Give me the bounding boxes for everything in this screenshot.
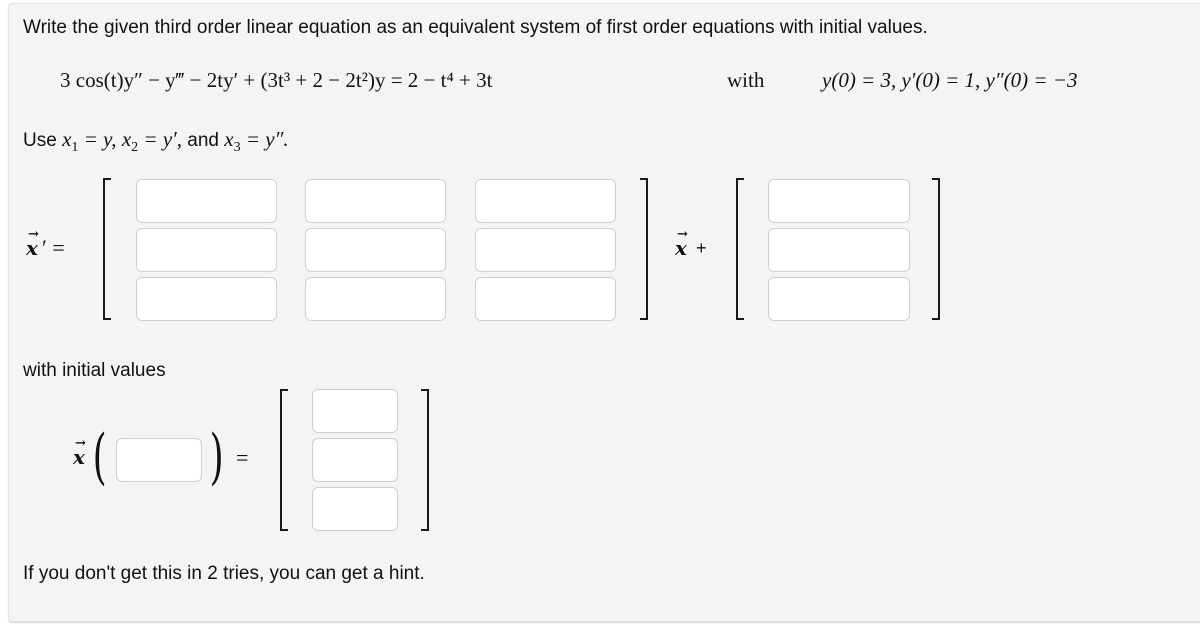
x-prime-vector-label: → x xyxy=(26,227,39,260)
vector-right-bracket xyxy=(932,178,940,320)
matrix-left-bracket xyxy=(103,178,111,320)
matrix-input-r1c1[interactable] xyxy=(136,179,277,223)
initial-left-bracket xyxy=(280,389,288,531)
left-parenthesis: ( xyxy=(92,422,107,492)
x3-subscript: 3 xyxy=(233,139,241,155)
matrix-input-r3c2[interactable] xyxy=(305,277,446,321)
matrix-input-r2c1[interactable] xyxy=(136,228,277,272)
and-label: and xyxy=(187,130,219,151)
vector-arrow-icon: → xyxy=(677,227,688,242)
plus-sign: + xyxy=(696,238,707,258)
x3-var: x xyxy=(224,127,234,151)
x2-subscript: 2 xyxy=(131,139,139,155)
x1-subscript: 1 xyxy=(71,139,79,155)
x-initial-vector-label: → x xyxy=(73,436,86,469)
x1-definition: = y, xyxy=(83,127,117,151)
vector-arrow-icon: → xyxy=(75,436,86,451)
initial-equals: = xyxy=(236,445,249,470)
forcing-input-r1[interactable] xyxy=(768,179,910,223)
x3-definition: = y″. xyxy=(245,127,289,151)
initial-time-input[interactable] xyxy=(116,438,202,482)
vector-arrow-icon: → xyxy=(28,227,39,242)
substitution-instruction: Use x1 = y, x2 = y′, and x3 = y″. xyxy=(23,127,289,156)
right-parenthesis: ) xyxy=(209,422,224,492)
matrix-input-r1c3[interactable] xyxy=(475,179,616,223)
initial-conditions: y(0) = 3, y′(0) = 1, y″(0) = −3 xyxy=(822,68,1078,92)
prime-equals: ′ = xyxy=(42,235,65,260)
matrix-input-r2c3[interactable] xyxy=(475,228,616,272)
vector-left-bracket xyxy=(736,178,744,320)
x2-var: x xyxy=(121,127,132,151)
initial-value-input-r3[interactable] xyxy=(312,487,398,531)
forcing-input-r2[interactable] xyxy=(768,228,910,272)
matrix-input-r3c1[interactable] xyxy=(136,277,277,321)
matrix-input-r2c2[interactable] xyxy=(305,228,446,272)
differential-equation: 3 cos(t)y″ − y‴ − 2ty′ + (3t³ + 2 − 2t²)… xyxy=(60,68,493,92)
x2-definition: = y′, xyxy=(143,127,183,151)
x-vector-label: → x xyxy=(675,227,688,260)
initial-value-input-r1[interactable] xyxy=(312,389,398,433)
initial-values-label: with initial values xyxy=(23,360,166,381)
use-label: Use xyxy=(23,130,57,151)
matrix-input-r3c3[interactable] xyxy=(475,277,616,321)
matrix-right-bracket xyxy=(640,178,648,320)
x1-var: x xyxy=(62,127,72,151)
hint-text: If you don't get this in 2 tries, you ca… xyxy=(23,563,425,584)
question-prompt: Write the given third order linear equat… xyxy=(23,17,928,38)
with-label: with xyxy=(727,68,765,92)
initial-right-bracket xyxy=(421,389,429,531)
initial-value-input-r2[interactable] xyxy=(312,438,398,482)
forcing-input-r3[interactable] xyxy=(768,277,910,321)
matrix-input-r1c2[interactable] xyxy=(305,179,446,223)
